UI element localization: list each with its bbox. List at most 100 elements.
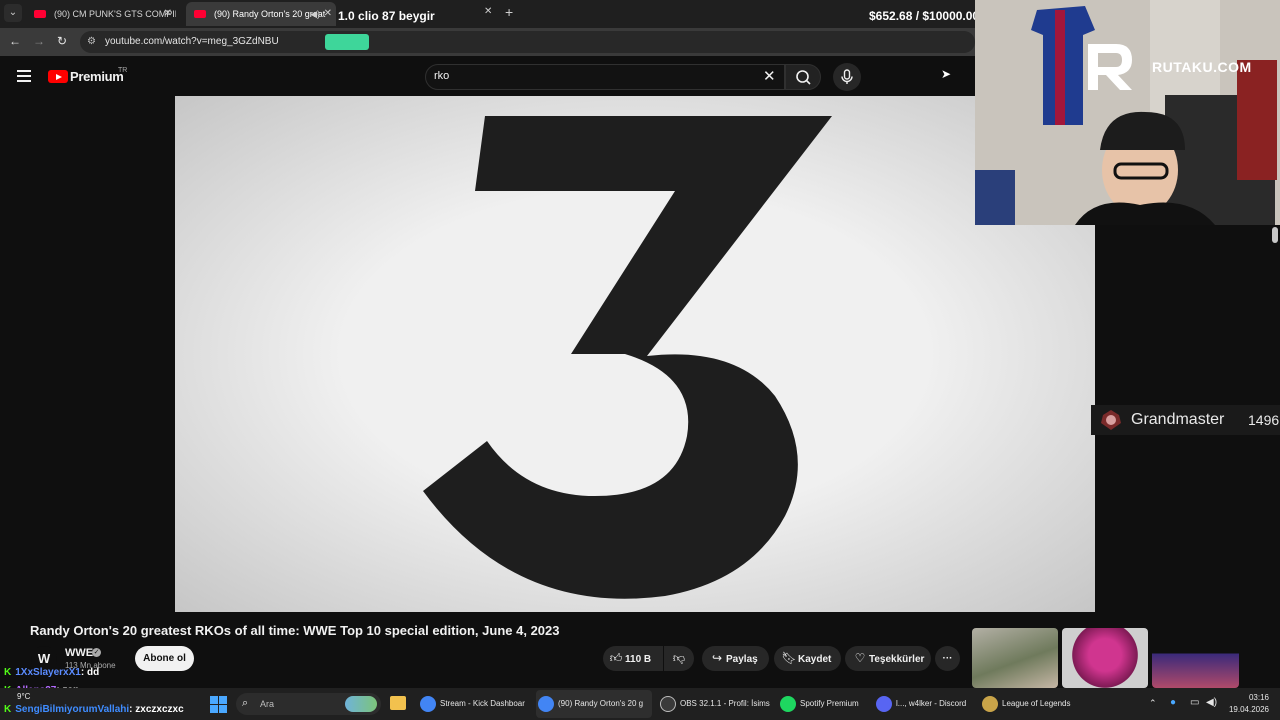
taskbar-item-label: l..., w4lker - Discord xyxy=(896,699,967,708)
thanks-button[interactable]: ♡ Teşekkürler xyxy=(845,646,931,671)
browser-tab-1[interactable]: (90) CM PUNK'S GTS COMPILAT ✕ xyxy=(26,2,176,26)
windows-start-icon[interactable] xyxy=(210,696,227,713)
thanks-label: Teşekkürler xyxy=(869,654,925,665)
chat-message: K 1XxSlayerxX1: dd xyxy=(4,667,99,678)
menu-icon[interactable] xyxy=(17,70,31,82)
like-count: 110 B xyxy=(625,654,652,665)
save-label: Kaydet xyxy=(798,654,832,665)
share-label: Paylaş xyxy=(726,654,758,665)
discord-icon xyxy=(876,696,892,712)
tab-search-menu-button[interactable]: ⌄ xyxy=(4,4,22,22)
volume-icon[interactable]: ◀) xyxy=(1206,697,1217,708)
video-player[interactable]: 3 xyxy=(175,96,1095,612)
youtube-favicon-icon xyxy=(194,10,206,18)
like-button[interactable]: 👍︎ 110 B xyxy=(603,646,663,671)
url-text[interactable]: youtube.com/watch?v=meg_3GZdNBU xyxy=(105,36,279,47)
rutaku-logo-icon xyxy=(1088,44,1132,90)
taskbar-search-placeholder[interactable]: Ara xyxy=(260,699,274,709)
chat-text: : dd xyxy=(80,667,100,678)
obs-icon xyxy=(660,696,676,712)
chevron-up-icon[interactable]: ⌃ xyxy=(1149,698,1157,709)
reload-icon[interactable]: ↻ xyxy=(57,34,67,48)
webcam-feed xyxy=(975,0,1280,225)
search-icon: ⌕ xyxy=(242,697,249,709)
search-icon xyxy=(796,70,811,85)
tab-title: (90) CM PUNK'S GTS COMPILAT xyxy=(54,9,176,19)
taskbar-item-label: (90) Randy Orton's 20 g xyxy=(558,699,644,708)
share-icon: ↪ xyxy=(711,651,723,665)
close-tab-icon[interactable]: ✕ xyxy=(484,6,492,17)
chrome-icon xyxy=(420,696,436,712)
youtube-premium-logo[interactable]: Premium xyxy=(70,69,124,84)
close-tab-icon[interactable]: ✕ xyxy=(164,2,172,26)
weather-temperature[interactable]: 9°C xyxy=(17,692,30,701)
taskbar-item-discord[interactable]: l..., w4lker - Discord xyxy=(874,690,974,718)
search-input[interactable] xyxy=(425,64,785,90)
region-code: TR xyxy=(118,67,128,74)
chat-text: : zxczxczxc xyxy=(129,704,184,715)
kick-badge-icon: K xyxy=(4,667,12,678)
league-of-legends-icon xyxy=(982,696,998,712)
thumbs-down-icon: 👎︎ xyxy=(672,651,686,665)
recommended-video-thumbnail[interactable] xyxy=(1062,628,1148,688)
stream-overlay-money: $652.68 / $10000.00 xyxy=(869,9,980,23)
taskbar-item-obs[interactable]: OBS 32.1.1 - Profil: İsims xyxy=(658,690,774,718)
kick-badge-icon: K xyxy=(4,704,12,715)
taskbar-item-spotify[interactable]: Spotify Premium xyxy=(778,690,866,718)
network-icon[interactable]: ▭ xyxy=(1190,697,1199,708)
microphone-icon xyxy=(841,69,853,84)
back-arrow-icon[interactable]: ← xyxy=(9,34,21,48)
recommended-video-thumbnail[interactable] xyxy=(1152,628,1239,688)
search-button[interactable] xyxy=(785,64,821,90)
more-actions-button[interactable]: ··· xyxy=(935,646,960,671)
voice-search-button[interactable] xyxy=(833,63,861,91)
chrome-icon xyxy=(538,696,554,712)
channel-name[interactable]: WWE xyxy=(65,647,93,659)
save-button[interactable]: 🔖︎Kaydet xyxy=(774,646,841,671)
youtube-logo-icon[interactable] xyxy=(48,70,68,83)
video-frame-number xyxy=(423,116,832,599)
youtube-favicon-icon xyxy=(34,10,46,18)
rank-points: 1496 xyxy=(1248,412,1280,428)
chat-username: 1XxSlayerxX1 xyxy=(15,667,81,678)
recommended-video-thumbnail[interactable] xyxy=(972,628,1058,688)
chat-username: SengiBilmiyorumVallahi xyxy=(15,704,130,715)
taskbar-item-stream[interactable]: Stream - Kick Dashboar xyxy=(418,690,528,718)
new-tab-button[interactable]: + xyxy=(505,4,513,20)
taskbar-item-youtube[interactable]: (90) Randy Orton's 20 g xyxy=(536,690,652,718)
taskbar-item-label: Spotify Premium xyxy=(800,699,859,708)
verified-check-icon: ✓ xyxy=(92,648,101,657)
stream-overlay-title: 1.0 clio 87 beygir xyxy=(338,9,435,23)
search-input-value[interactable]: rko xyxy=(434,70,449,82)
speaker-icon[interactable]: ◀) xyxy=(310,2,320,26)
search-highlight-icon xyxy=(345,696,377,712)
grandmaster-rank-icon xyxy=(1101,410,1121,430)
clock-date[interactable]: 19.04.2026 xyxy=(1223,705,1269,714)
spotify-icon xyxy=(780,696,796,712)
rank-name: Grandmaster xyxy=(1131,411,1225,428)
thanks-heart-icon: ♡ xyxy=(854,651,866,665)
video-title: Randy Orton's 20 greatest RKOs of all ti… xyxy=(30,623,560,638)
browser-tab-2[interactable]: (90) Randy Orton's 20 great ◀) ✕ xyxy=(186,2,336,26)
mouse-cursor-icon: ➤ xyxy=(941,67,952,81)
taskbar-item-label: Stream - Kick Dashboar xyxy=(440,699,525,708)
forward-arrow-icon[interactable]: → xyxy=(33,34,45,48)
clock-time[interactable]: 03:16 xyxy=(1229,693,1269,702)
share-button[interactable]: ↪ Paylaş xyxy=(702,646,769,671)
scrollbar-thumb[interactable] xyxy=(1272,227,1278,243)
tab-title: (90) Randy Orton's 20 great xyxy=(214,9,326,19)
rutaku-brand: RUTAKU.COM xyxy=(1152,59,1252,75)
taskbar-item-label: OBS 32.1.1 - Profil: İsims xyxy=(680,699,770,708)
site-info-icon[interactable]: ⚙ xyxy=(87,36,96,47)
subscribe-button[interactable]: Abone ol xyxy=(135,646,194,671)
webcam-image xyxy=(975,0,1280,225)
clear-search-icon[interactable]: ✕ xyxy=(763,67,776,85)
taskbar-item-league[interactable]: League of Legends xyxy=(980,690,1076,718)
file-explorer-icon[interactable] xyxy=(390,696,406,710)
close-tab-icon[interactable]: ✕ xyxy=(324,2,332,26)
thumbs-up-icon: 👍︎ xyxy=(609,651,623,665)
overlay-green-bar xyxy=(325,34,369,50)
dislike-button[interactable]: 👎︎ xyxy=(664,646,694,671)
bookmark-icon: 🔖︎ xyxy=(781,651,797,665)
microphone-tray-icon[interactable]: ● xyxy=(1170,697,1176,708)
